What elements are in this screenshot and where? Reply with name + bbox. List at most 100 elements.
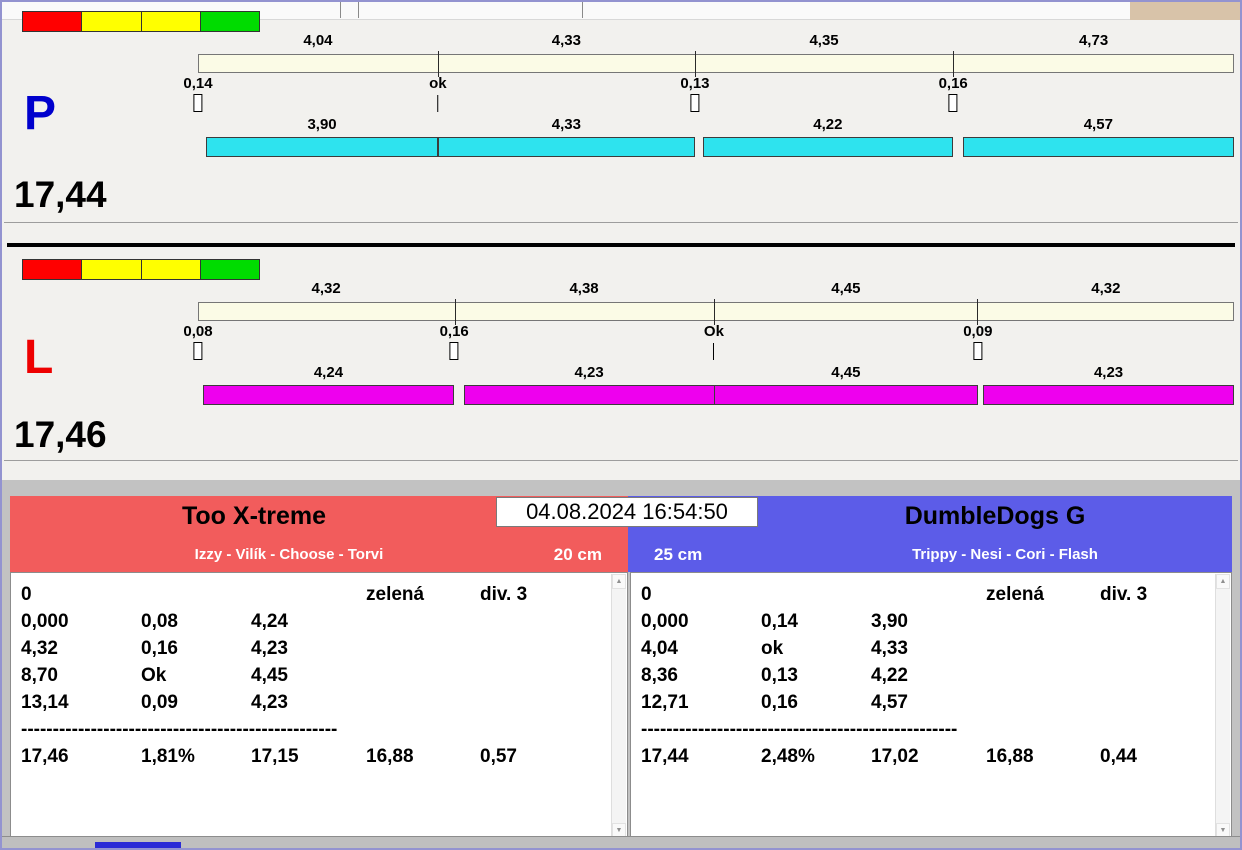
scroll-up-button[interactable]: ▲ bbox=[612, 574, 626, 589]
changeover: 0,16 bbox=[440, 323, 469, 360]
table-cell: 0 bbox=[641, 583, 652, 605]
table-cell: 2,48% bbox=[761, 745, 815, 767]
split-tick bbox=[694, 51, 696, 77]
table-cell: Ok bbox=[141, 664, 167, 686]
split-tick bbox=[454, 299, 456, 325]
changeover-label: 0,13 bbox=[680, 75, 710, 92]
changeover: Ok bbox=[704, 323, 724, 360]
table-cell: 0,08 bbox=[141, 610, 178, 632]
table-row: 0 zelená div. 3 bbox=[21, 581, 607, 608]
table-cell: 4,45 bbox=[251, 664, 288, 686]
table-cell: 0,000 bbox=[641, 610, 689, 632]
lane-letter: P bbox=[24, 87, 57, 140]
team-dogs-line: Trippy - Nesi - Cori - Flash bbox=[912, 546, 1098, 563]
table-row: 8,36 0,13 4,22 bbox=[641, 662, 1211, 689]
table-cell: 4,57 bbox=[871, 691, 908, 713]
table-cell: 4,24 bbox=[251, 610, 288, 632]
dog-run-segment bbox=[206, 137, 438, 157]
traffic-light-cell bbox=[82, 12, 141, 31]
changeover-label: Ok bbox=[703, 323, 724, 340]
split-labels: 4,04 4,33 4,35 4,73 bbox=[198, 32, 1234, 50]
table-content: 0 zelená div. 3 0,000 0,08 4,24 4,32 0,16 4,23 8,… bbox=[21, 581, 607, 837]
separator-dashes: ----------------------------------------… bbox=[641, 719, 958, 740]
team-name: DumbleDogs G bbox=[904, 502, 1086, 530]
changeover-label: ok bbox=[429, 75, 447, 92]
table-cell: div. 3 bbox=[1100, 583, 1148, 605]
table-cell: 4,33 bbox=[871, 637, 908, 659]
dog-run-segment bbox=[702, 137, 954, 157]
dog-time-label: 4,22 bbox=[813, 116, 843, 133]
table-cell: 17,02 bbox=[871, 745, 919, 767]
separator-line bbox=[4, 460, 1238, 461]
dog-run-segment bbox=[437, 137, 695, 157]
dog-run-segment bbox=[202, 385, 455, 405]
dog-run-segment bbox=[463, 385, 715, 405]
table-cell: 4,04 bbox=[641, 637, 678, 659]
split-time-label: 4,32 bbox=[311, 280, 341, 297]
table-cell: 16,88 bbox=[366, 745, 414, 767]
changeover-label: 0,14 bbox=[183, 75, 213, 92]
split-labels: 4,32 4,38 4,45 4,32 bbox=[198, 280, 1234, 298]
changeover-marker bbox=[193, 342, 203, 360]
changeover-label: 0,16 bbox=[439, 323, 469, 340]
vertical-scrollbar[interactable]: ▲ ▼ bbox=[1215, 574, 1230, 838]
lane-total-time: 17,46 bbox=[14, 414, 107, 455]
split-tick bbox=[438, 51, 440, 77]
changeover-marker bbox=[690, 94, 700, 112]
separator-line bbox=[4, 222, 1238, 223]
table-row: 0,000 0,14 3,90 bbox=[641, 608, 1211, 635]
table-row: 17,46 1,81% 17,15 16,88 0,57 bbox=[21, 743, 607, 770]
table-cell: 0,13 bbox=[761, 664, 798, 686]
dog-time-label: 4,24 bbox=[313, 364, 344, 381]
table-cell: 17,44 bbox=[641, 745, 689, 767]
table-cell: ok bbox=[761, 637, 784, 659]
table-cell: 0,57 bbox=[480, 745, 517, 767]
table-row: 12,71 0,16 4,57 bbox=[641, 689, 1211, 716]
changeover-row: 0,14 ok 0,13 0,16 bbox=[183, 75, 1234, 115]
changeover: 0,13 bbox=[680, 75, 710, 112]
table-cell: 16,88 bbox=[986, 745, 1034, 767]
table-cell: 0,16 bbox=[141, 637, 178, 659]
dog-time-label: 3,90 bbox=[307, 116, 337, 133]
traffic-light-cell bbox=[82, 260, 141, 279]
split-tick bbox=[952, 51, 954, 77]
table-cell: 4,23 bbox=[251, 691, 288, 713]
table-row: 8,70 Ok 4,45 bbox=[21, 662, 607, 689]
table-cell: 4,32 bbox=[21, 637, 58, 659]
team-name: Too X-treme bbox=[182, 502, 326, 530]
changeover: 0,16 bbox=[939, 75, 968, 112]
table-cell: 3,90 bbox=[871, 610, 908, 632]
traffic-light bbox=[22, 259, 260, 280]
window-bottom-strip bbox=[2, 836, 1240, 848]
changeover-marker bbox=[973, 342, 983, 360]
traffic-light-cell bbox=[23, 12, 82, 31]
split-tick bbox=[713, 299, 715, 325]
table-cell: 4,22 bbox=[871, 664, 908, 686]
split-time-label: 4,04 bbox=[303, 32, 333, 49]
lane-chart: 4,04 4,33 4,35 4,73 0,14 ok 0,13 0,16 3,90 4,33… bbox=[183, 32, 1234, 162]
split-bar bbox=[198, 299, 1234, 325]
app-window: P 4,04 4,33 4,35 4,73 0,14 ok 0,13 0,16 3,90 4,… bbox=[0, 0, 1242, 850]
jump-height-label: 20 cm bbox=[553, 545, 602, 564]
table-cell: 0,14 bbox=[761, 610, 798, 632]
changeover: 0,08 bbox=[183, 323, 213, 360]
split-time-label: 4,45 bbox=[831, 280, 861, 297]
table-cell: 0,09 bbox=[141, 691, 178, 713]
table-row: 4,32 0,16 4,23 bbox=[21, 635, 607, 662]
table-cell: 17,15 bbox=[251, 745, 299, 767]
vertical-scrollbar[interactable]: ▲ ▼ bbox=[611, 574, 626, 838]
table-cell: 8,70 bbox=[21, 664, 58, 686]
traffic-light bbox=[22, 11, 260, 32]
dog-bar bbox=[198, 137, 1234, 157]
changeover-label: 0,08 bbox=[183, 323, 213, 340]
changeover-row: 0,08 0,16 Ok 0,09 bbox=[183, 323, 1234, 363]
team-dogs-line: Izzy - Vilík - Choose - Torvi bbox=[194, 546, 384, 563]
table-row: 0,000 0,08 4,24 bbox=[21, 608, 607, 635]
table-cell: zelená bbox=[986, 583, 1045, 605]
split-time-label: 4,32 bbox=[1091, 280, 1121, 297]
scroll-up-button[interactable]: ▲ bbox=[1216, 574, 1230, 589]
split-tick bbox=[977, 299, 979, 325]
table-row: 13,14 0,09 4,23 bbox=[21, 689, 607, 716]
dog-labels: 4,24 4,23 4,45 4,23 bbox=[198, 364, 1234, 382]
table-cell: 17,46 bbox=[21, 745, 69, 767]
